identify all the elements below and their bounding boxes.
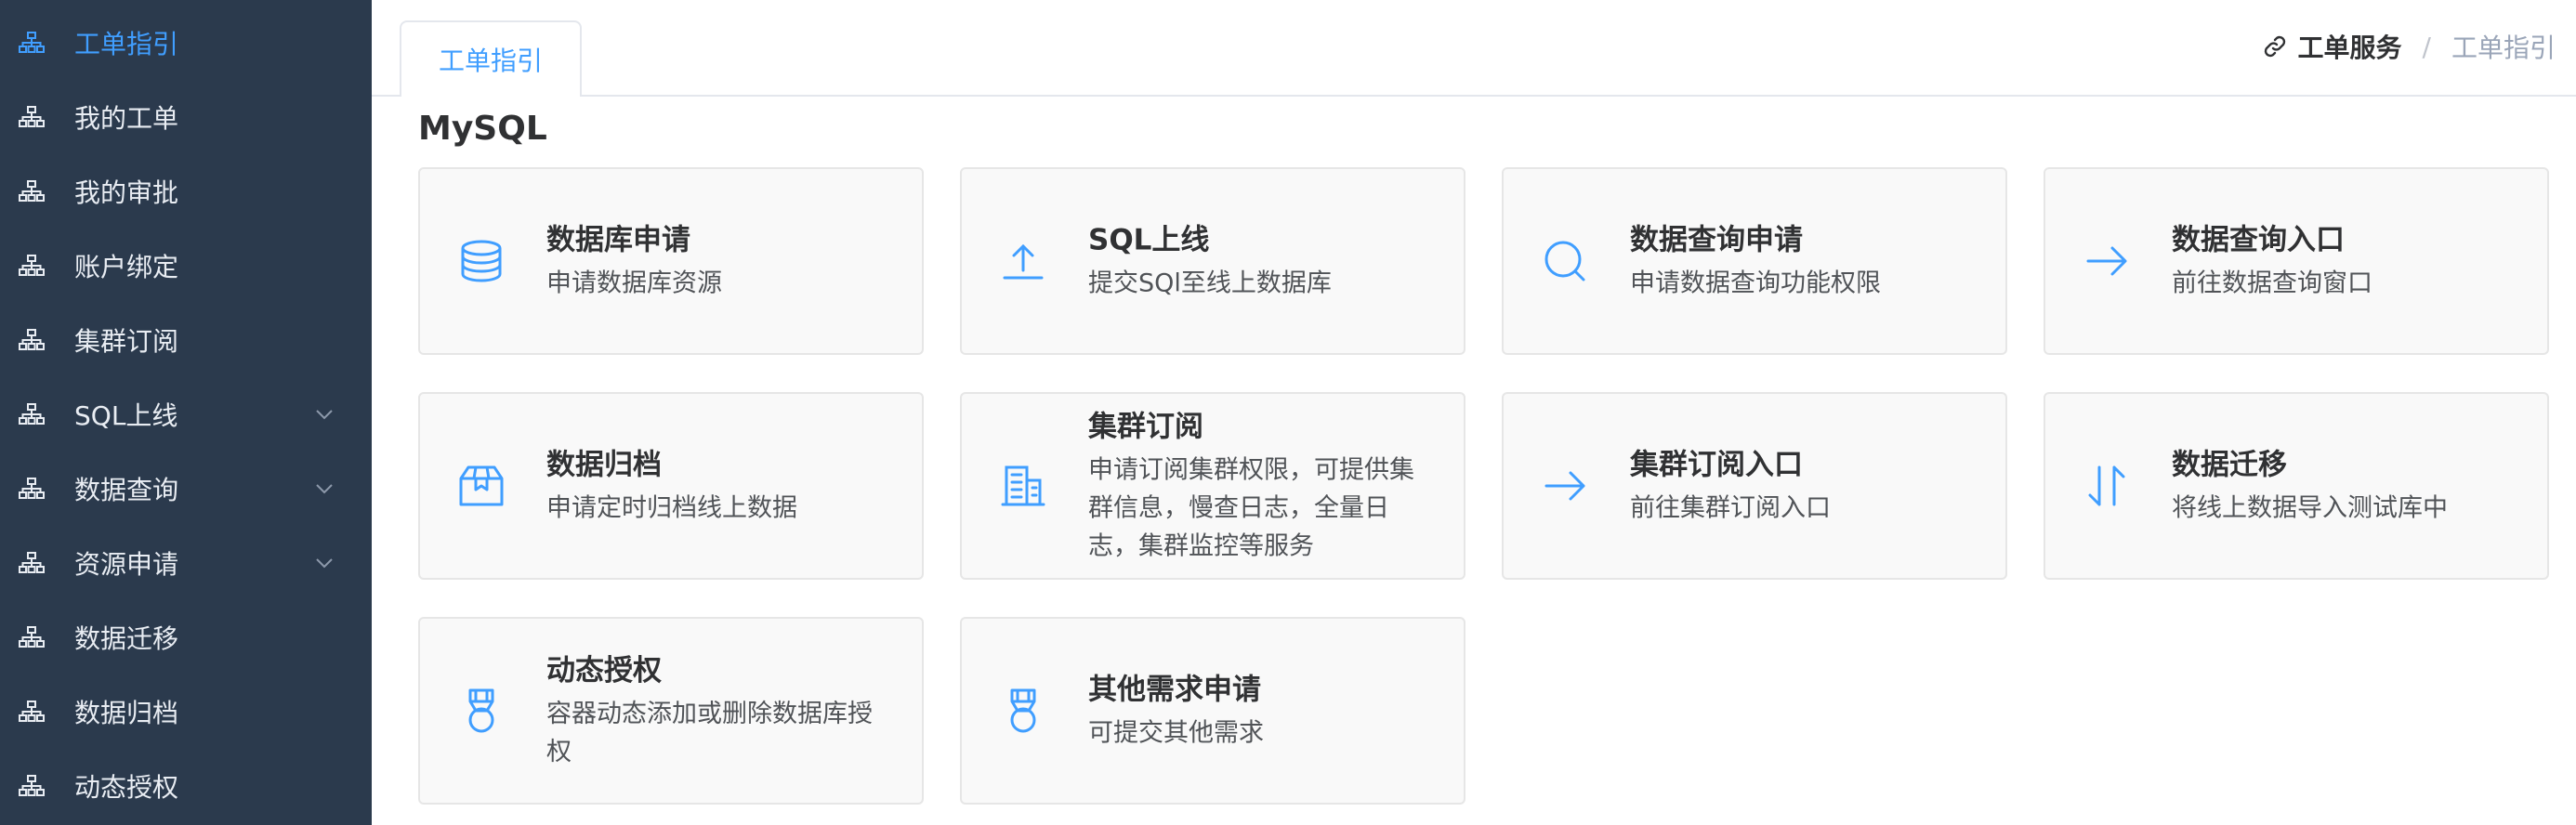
sidebar-item-label: SQL上线 — [74, 400, 178, 431]
org-chart-icon — [19, 180, 45, 202]
sidebar-item-my-tickets[interactable]: 我的工单 — [0, 80, 372, 154]
sidebar-item-data-migration[interactable]: 数据迁移 — [0, 600, 372, 674]
tab-ticket-guide[interactable]: 工单指引 — [400, 20, 582, 98]
sidebar-item-label: 集群订阅 — [74, 326, 179, 357]
card-sql-deploy[interactable]: SQL上线提交SQl至线上数据库 — [960, 167, 1465, 355]
org-chart-icon — [19, 255, 45, 276]
section-title: MySQL — [418, 110, 547, 148]
sidebar-item-label: 动态授权 — [74, 772, 179, 803]
sort-arrows-icon — [2088, 465, 2125, 506]
card-title: 数据迁移 — [2172, 448, 2287, 482]
card-description: 前往集群订阅入口 — [1630, 493, 1831, 523]
card-data-query-request[interactable]: 数据查询申请申请数据查询功能权限 — [1502, 167, 2007, 355]
sidebar-item-resource-request[interactable]: 资源申请 — [0, 526, 372, 600]
sidebar-item-label: 数据查询 — [74, 475, 179, 505]
card-title: 数据归档 — [546, 448, 662, 482]
sidebar: 工单指引 我的工单 我的审批 账户绑定 集群订阅 SQL上线 数据查询 资源申请… — [0, 0, 372, 825]
org-chart-icon — [19, 701, 45, 722]
card-title: 数据查询入口 — [2172, 223, 2345, 257]
card-cluster-subscription-entry[interactable]: 集群订阅入口前往集群订阅入口 — [1502, 392, 2007, 580]
sidebar-item-label: 我的审批 — [74, 177, 179, 208]
chevron-down-icon — [316, 558, 333, 569]
card-title: 数据查询申请 — [1630, 223, 1803, 257]
card-description: 申请数据查询功能权限 — [1630, 268, 1881, 298]
arrow-right-icon — [1544, 471, 1585, 501]
card-description: 可提交其他需求 — [1088, 718, 1264, 748]
card-data-archive[interactable]: 数据归档申请定时归档线上数据 — [418, 392, 924, 580]
card-cluster-subscription[interactable]: 集群订阅申请订阅集群权限，可提供集群信息，慢查日志，全量日志，集群监控等服务 — [960, 392, 1465, 580]
card-title: 集群订阅入口 — [1630, 448, 1803, 482]
card-description: 提交SQl至线上数据库 — [1088, 268, 1332, 298]
card-title: 集群订阅 — [1088, 410, 1203, 444]
card-title: SQL上线 — [1088, 223, 1210, 257]
breadcrumb-separator: / — [2422, 31, 2431, 62]
sidebar-item-label: 账户绑定 — [74, 252, 179, 282]
card-other-request[interactable]: 其他需求申请可提交其他需求 — [960, 617, 1465, 805]
chevron-down-icon — [316, 410, 333, 420]
breadcrumb-current: 工单指引 — [2451, 33, 2556, 63]
breadcrumb-ticket-service[interactable]: 工单服务 — [2298, 28, 2402, 65]
org-chart-icon — [19, 32, 45, 53]
database-icon — [461, 240, 502, 282]
box-icon — [459, 465, 504, 506]
sidebar-item-label: 我的工单 — [74, 103, 179, 134]
sidebar-item-label: 数据迁移 — [74, 623, 179, 654]
sidebar-item-dynamic-auth[interactable]: 动态授权 — [0, 749, 372, 823]
card-title: 动态授权 — [546, 654, 662, 688]
org-chart-icon — [19, 403, 45, 425]
org-chart-icon — [19, 106, 45, 127]
card-data-migration[interactable]: 数据迁移将线上数据导入测试库中 — [2044, 392, 2549, 580]
search-icon — [1544, 241, 1585, 282]
sidebar-item-label: 工单指引 — [74, 29, 179, 59]
sidebar-item-account-binding[interactable]: 账户绑定 — [0, 229, 372, 303]
card-dynamic-auth[interactable]: 动态授权容器动态添加或删除数据库授权 — [418, 617, 924, 805]
link-icon — [2264, 35, 2285, 58]
medal-icon — [468, 688, 494, 733]
sidebar-item-data-archive[interactable]: 数据归档 — [0, 674, 372, 749]
card-description: 容器动态添加或删除数据库授权 — [546, 700, 873, 766]
sidebar-item-label: 资源申请 — [74, 549, 179, 580]
office-building-icon — [1001, 465, 1045, 506]
breadcrumb: 工单服务 / 工单指引 — [2263, 28, 2556, 65]
card-description: 申请定时归档线上数据 — [546, 493, 797, 523]
card-data-query-entry[interactable]: 数据查询入口前往数据查询窗口 — [2044, 167, 2549, 355]
card-database-request[interactable]: 数据库申请申请数据库资源 — [418, 167, 924, 355]
org-chart-icon — [19, 775, 45, 796]
card-description: 申请数据库资源 — [546, 268, 722, 298]
sidebar-item-ticket-guide[interactable]: 工单指引 — [0, 6, 372, 80]
sidebar-item-my-approvals[interactable]: 我的审批 — [0, 154, 372, 229]
card-title: 其他需求申请 — [1088, 673, 1261, 707]
card-description: 前往数据查询窗口 — [2172, 268, 2372, 298]
arrow-right-icon — [2086, 246, 2127, 276]
chevron-down-icon — [316, 484, 333, 494]
tab-bar: 工单指引 工单服务 / 工单指引 — [372, 0, 2576, 98]
org-chart-icon — [19, 478, 45, 499]
medal-icon — [1010, 688, 1036, 733]
card-title: 数据库申请 — [546, 223, 690, 257]
org-chart-icon — [19, 552, 45, 573]
sidebar-item-cluster-subscription[interactable]: 集群订阅 — [0, 303, 372, 377]
upload-icon — [1003, 243, 1044, 280]
sidebar-item-label: 数据归档 — [74, 698, 179, 728]
card-description: 将线上数据导入测试库中 — [2172, 493, 2448, 523]
org-chart-icon — [19, 329, 45, 350]
card-description: 申请订阅集群权限，可提供集群信息，慢查日志，全量日志，集群监控等服务 — [1088, 455, 1414, 561]
org-chart-icon — [19, 626, 45, 648]
sidebar-item-sql-deploy[interactable]: SQL上线 — [0, 377, 372, 452]
sidebar-item-data-query[interactable]: 数据查询 — [0, 452, 372, 526]
